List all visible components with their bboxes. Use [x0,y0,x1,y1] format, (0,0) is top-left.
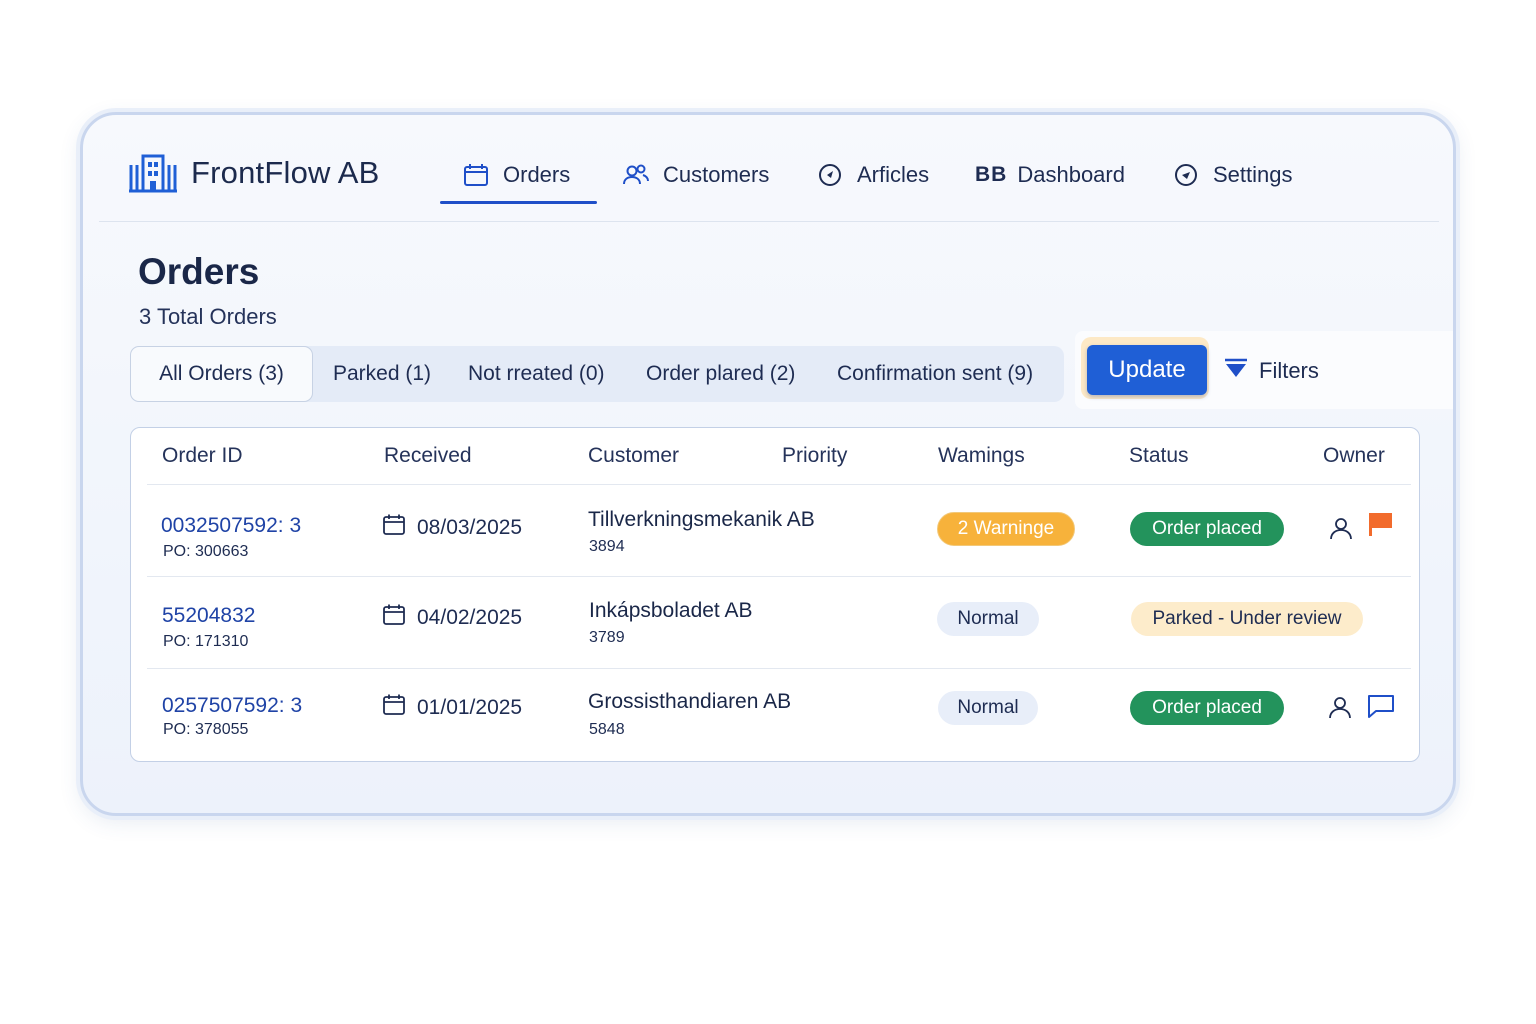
calendar-icon [383,514,405,541]
status-badge: Parked - Under review [1131,602,1363,636]
nav-tab-articles-label: Arficles [857,162,930,187]
nav-tab-customers[interactable]: Customers [623,155,769,195]
toolbar-actions: Update Filters [1075,331,1453,409]
customer-number: 5848 [589,721,625,738]
nav-tab-dashboard-label: Dashboard [1017,162,1125,187]
filters-label: Filters [1259,358,1319,383]
calendar-icon [463,162,489,188]
order-id-link[interactable]: 0032507592: 3 [161,514,301,538]
row-divider-line [147,576,1411,577]
flag-icon[interactable] [1367,510,1395,538]
tab-not-created[interactable]: Not rreated (0) [468,346,605,402]
status-badge: Order placed [1130,512,1284,546]
nav-tab-articles[interactable]: Arficles [817,155,929,195]
po-number: PO: 378055 [163,721,249,738]
app-brand-name: FrontFlow AB [191,155,380,190]
header-divider-line [147,484,1411,485]
customer-number: 3789 [589,629,625,646]
received-date: 08/03/2025 [383,514,522,541]
column-header-status[interactable]: Status [1129,444,1189,468]
nav-tab-dashboard[interactable]: BB Dashboard [975,155,1125,195]
app-window: FrontFlow AB Orders Customers Arficles B… [80,112,1456,816]
calendar-icon [383,694,405,721]
received-date-text: 08/03/2025 [417,515,523,539]
priority-badge: Normal [938,691,1038,725]
column-header-priority[interactable]: Priority [782,444,847,468]
tab-parked[interactable]: Parked (1) [333,346,431,402]
po-number: PO: 171310 [163,633,249,650]
settings-dial-icon [1173,162,1199,188]
user-icon[interactable] [1326,693,1354,721]
status-badge: Order placed [1130,691,1284,725]
calendar-icon [383,604,405,631]
received-date-text: 04/02/2025 [417,605,523,629]
column-header-received[interactable]: Received [384,444,472,468]
building-logo-icon [129,154,177,193]
header-divider [99,221,1439,222]
top-navigation-bar: FrontFlow AB Orders Customers Arficles B… [83,115,1453,223]
received-date: 01/01/2025 [383,694,522,721]
nav-tab-customers-label: Customers [663,162,770,187]
order-id-link[interactable]: 55204832 [162,604,255,628]
customer-name: Tillverkningsmekanik AB [588,508,815,531]
nav-tab-orders-label: Orders [503,162,571,187]
priority-badge: Normal [937,602,1039,636]
active-tab-indicator [440,201,597,204]
comment-icon[interactable] [1367,692,1395,720]
tab-order-placed[interactable]: Order plared (2) [646,346,795,402]
column-header-warnings[interactable]: Wamings [938,444,1025,468]
page-title: Orders [138,251,260,292]
total-orders-count: 3 Total Orders [139,304,277,329]
tab-all-orders[interactable]: All Orders (3) [130,346,313,402]
order-id-link[interactable]: 0257507592: 3 [162,694,302,718]
received-date-text: 01/01/2025 [417,695,523,719]
filters-button[interactable]: Filters [1223,351,1319,391]
column-header-customer[interactable]: Customer [588,444,679,468]
column-header-owner[interactable]: Owner [1323,444,1385,468]
users-icon [623,162,649,188]
received-date: 04/02/2025 [383,604,522,631]
customer-name: Grossisthandiaren AB [588,690,792,713]
order-status-tabs: All Orders (3) Parked (1) Not rreated (0… [130,346,1064,402]
dashboard-prefix: BB [975,163,1008,186]
column-header-order-id[interactable]: Order ID [162,444,243,468]
nav-tab-settings-label: Settings [1213,162,1293,187]
orders-table: Order ID Received Customer Priority Wami… [130,427,1420,762]
warnings-badge[interactable]: 2 Warninge [937,512,1075,546]
nav-tab-settings[interactable]: Settings [1173,155,1293,195]
update-button[interactable]: Update [1087,345,1207,395]
filter-funnel-icon [1223,357,1249,386]
user-icon[interactable] [1327,514,1355,542]
row-divider-line [147,668,1411,669]
nav-tab-orders[interactable]: Orders [463,155,570,195]
tab-confirmation-sent[interactable]: Confirmation sent (9) [837,346,1033,402]
customer-number: 3894 [589,538,625,555]
compass-icon [817,162,843,188]
po-number: PO: 300663 [163,543,249,560]
update-button-highlight: Update [1081,337,1209,399]
customer-name: Inkápsboladet AB [589,599,753,622]
